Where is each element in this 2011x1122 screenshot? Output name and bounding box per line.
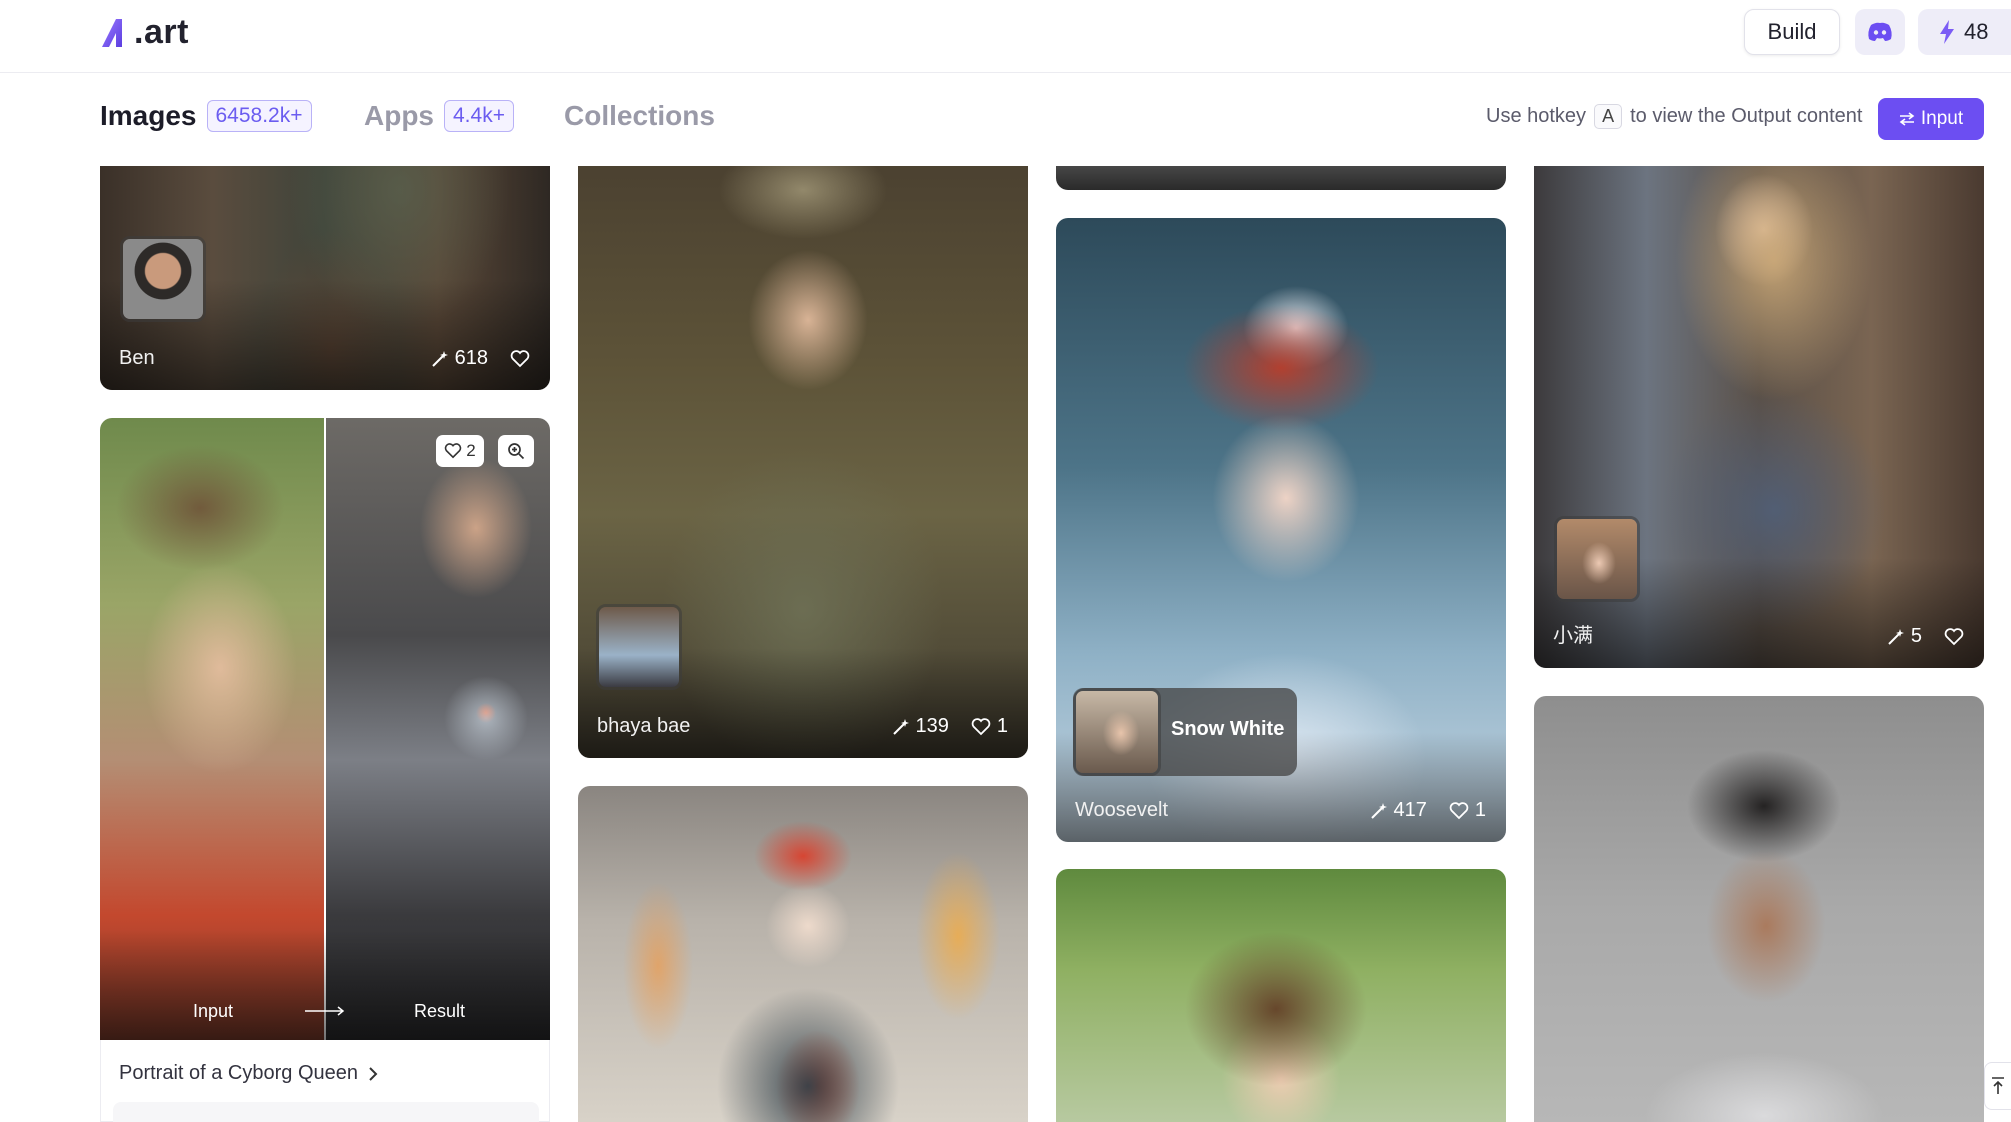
image-card-snow-white[interactable]: Snow White Woosevelt 417 1 (1056, 218, 1506, 842)
heart-icon (1944, 627, 1964, 645)
discord-button[interactable] (1855, 9, 1905, 55)
top-bar: .art Build 48 (0, 0, 2011, 73)
like-button[interactable]: 1 (971, 715, 1008, 738)
heart-icon (971, 717, 991, 735)
card-stats: 139 1 (892, 715, 1008, 738)
heart-icon (510, 349, 530, 367)
lightning-icon (1940, 20, 1954, 44)
card-caption[interactable]: Portrait of a Cyborg Queen (100, 1040, 550, 1122)
caption-link[interactable]: Portrait of a Cyborg Queen (119, 1062, 378, 1085)
credits-count: 48 (1964, 19, 1989, 44)
tab-collections[interactable]: Collections (564, 100, 715, 132)
like-button[interactable] (1944, 627, 1964, 646)
remix-count[interactable]: 5 (1887, 625, 1922, 648)
app-chip[interactable]: Snow White (1073, 688, 1297, 776)
image-card-curly-girl[interactable] (1056, 869, 1506, 1122)
card-image-figure (1056, 869, 1506, 1122)
tab-images-count: 6458.2k+ (206, 100, 312, 132)
heart-icon (1449, 801, 1469, 819)
author-thumbnail (596, 604, 682, 690)
like-count: 1 (996, 715, 1008, 737)
build-button[interactable]: Build (1744, 9, 1840, 55)
remix-count-value: 417 (1393, 799, 1427, 821)
remix-count-value: 618 (454, 347, 488, 369)
next-item-preview (113, 1102, 539, 1122)
magic-wand-icon (1888, 628, 1904, 645)
card-image-figure (1534, 696, 1984, 1122)
card-author[interactable]: bhaya bae (597, 715, 690, 738)
discord-icon (1868, 22, 1892, 41)
input-toggle-button[interactable]: Input (1878, 98, 1984, 140)
logo-text: .art (134, 12, 189, 51)
tab-apps-count: 4.4k+ (444, 100, 514, 132)
card-author[interactable]: 小满 (1553, 619, 1593, 648)
zoom-button[interactable] (498, 435, 534, 467)
tab-images[interactable]: Images 6458.2k+ (100, 100, 312, 132)
logo-mark-icon (102, 19, 122, 47)
remix-count[interactable]: 618 (431, 347, 488, 370)
tab-collections-label: Collections (564, 100, 715, 131)
result-label: Result (414, 1001, 466, 1021)
like-count: 1 (1474, 799, 1486, 821)
like-button[interactable]: 2 (436, 435, 484, 467)
image-card-soldier[interactable]: bhaya bae 139 1 (578, 150, 1028, 758)
image-card-anime[interactable] (578, 786, 1028, 1122)
image-card-xiaoman[interactable]: 小满 5 (1534, 150, 1984, 668)
card-image-figure (578, 786, 1028, 1122)
logo[interactable]: .art (100, 10, 189, 54)
author-thumbnail (120, 236, 206, 322)
tab-apps[interactable]: Apps 4.4k+ (364, 100, 514, 132)
hotkey-key: A (1594, 104, 1623, 129)
remix-count-value: 139 (915, 715, 949, 737)
remix-count-value: 5 (1910, 625, 1922, 647)
tab-apps-label: Apps (364, 100, 434, 131)
chevron-right-icon (369, 1066, 378, 1081)
input-label: Input (193, 1001, 234, 1021)
hotkey-hint: Use hotkey A to view the Output content (1486, 104, 1862, 129)
magic-wand-icon (1370, 802, 1387, 819)
author-thumbnail (1554, 516, 1640, 602)
card-stats: 417 1 (1370, 799, 1486, 822)
zoom-in-icon (508, 443, 525, 460)
like-button[interactable] (510, 349, 530, 368)
remix-count[interactable]: 139 (892, 715, 949, 738)
card-author[interactable]: Woosevelt (1075, 799, 1168, 822)
remix-count[interactable]: 417 (1370, 799, 1427, 822)
credits-button[interactable]: 48 (1918, 9, 2011, 55)
card-author[interactable]: Ben (119, 347, 155, 370)
hotkey-prefix: Use hotkey (1486, 105, 1587, 127)
magic-wand-icon (431, 350, 448, 367)
image-card-man-portrait[interactable] (1534, 696, 1984, 1122)
arrow-right-icon (305, 1006, 345, 1016)
card-stats: 5 (1887, 625, 1964, 648)
like-count: 2 (466, 441, 476, 460)
image-card-ben[interactable]: Ben 618 (100, 150, 550, 390)
arrow-up-icon (1992, 1077, 2004, 1094)
image-card-cyborg[interactable]: 2 Input Result (100, 418, 550, 1040)
magic-wand-icon (892, 718, 909, 735)
app-thumbnail (1073, 688, 1161, 776)
like-button[interactable]: 1 (1449, 799, 1486, 822)
card-shade (100, 930, 550, 1040)
heart-icon (445, 443, 462, 459)
content-tabs-bar: Images 6458.2k+ Apps 4.4k+ Collections U… (0, 74, 2011, 166)
card-stats: 618 (431, 347, 530, 370)
swap-icon (1899, 112, 1915, 126)
scroll-to-top-button[interactable] (1984, 1062, 2011, 1110)
tab-images-label: Images (100, 100, 197, 131)
caption-title: Portrait of a Cyborg Queen (119, 1062, 359, 1084)
app-title: Snow White (1171, 718, 1285, 740)
hotkey-suffix: to view the Output content (1630, 105, 1863, 127)
input-toggle-label: Input (1920, 108, 1964, 129)
